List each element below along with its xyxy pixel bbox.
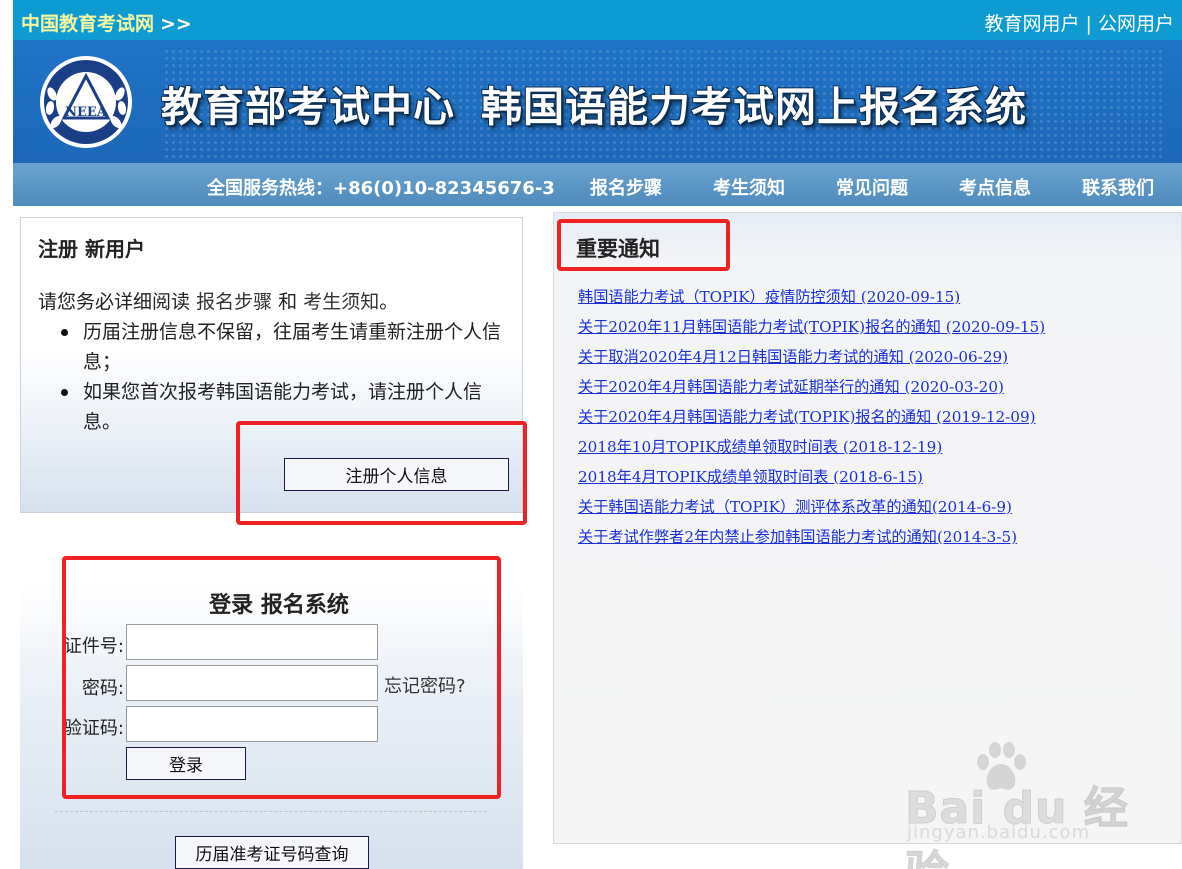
highlight-box-login bbox=[62, 556, 501, 799]
user-type-links: 教育网用户 | 公网用户 bbox=[984, 9, 1174, 36]
nav-signup-steps[interactable]: 报名步骤 bbox=[590, 174, 662, 200]
nav-candidate-notice[interactable]: 考生须知 bbox=[713, 174, 785, 200]
banner-title-system: 韩国语能力考试网上报名系统 bbox=[481, 83, 1027, 131]
intro-text: 请您务必详细阅读 bbox=[38, 291, 191, 313]
notice-link[interactable]: 2018年10月TOPIK成绩单领取时间表 (2018-12-19) bbox=[578, 438, 942, 456]
list-item: 关于2020年4月韩国语能力考试延期举行的通知 (2020-03-20) bbox=[578, 375, 1045, 405]
list-item: 2018年4月TOPIK成绩单领取时间表 (2018-6-15) bbox=[578, 465, 1045, 495]
admission-history-button[interactable]: 历届准考证号码查询 bbox=[175, 836, 369, 869]
notice-link[interactable]: 韩国语能力考试（TOPIK）疫情防控须知 (2020-09-15) bbox=[578, 288, 960, 306]
service-hotline: 全国服务热线：+86(0)10-82345676-3 bbox=[207, 178, 555, 199]
main-nav: 全国服务热线：+86(0)10-82345676-3 报名步骤 考生须知 常见问… bbox=[13, 163, 1182, 206]
list-item: 历届注册信息不保留，往届考生请重新注册个人信息； bbox=[61, 317, 511, 377]
list-item: 2018年10月TOPIK成绩单领取时间表 (2018-12-19) bbox=[578, 435, 1045, 465]
notice-link[interactable]: 关于取消2020年4月12日韩国语能力考试的通知 (2020-06-29) bbox=[578, 348, 1008, 366]
baidu-watermark: Bai du 经验 jingyan.baidu.com bbox=[905, 742, 1130, 869]
notice-list: 韩国语能力考试（TOPIK）疫情防控须知 (2020-09-15) 关于2020… bbox=[578, 285, 1045, 555]
highlight-box-notice-title bbox=[557, 219, 730, 271]
top-bar: 中国教育考试网 >> 教育网用户 | 公网用户 bbox=[13, 0, 1182, 40]
notice-link[interactable]: 关于2020年4月韩国语能力考试延期举行的通知 (2020-03-20) bbox=[578, 378, 1004, 396]
user-link-separator: | bbox=[1085, 13, 1092, 35]
edu-user-link[interactable]: 教育网用户 bbox=[984, 13, 1079, 35]
highlight-box-register bbox=[236, 421, 527, 525]
logo-text: NEEA bbox=[65, 105, 108, 120]
neea-logo-icon: NEEA bbox=[40, 56, 132, 148]
list-item: 关于2020年4月韩国语能力考试(TOPIK)报名的通知 (2019-12-09… bbox=[578, 405, 1045, 435]
nav-contact-us[interactable]: 联系我们 bbox=[1082, 174, 1154, 200]
notice-link[interactable]: 关于2020年4月韩国语能力考试(TOPIK)报名的通知 (2019-12-09… bbox=[578, 408, 1036, 426]
divider bbox=[55, 811, 487, 812]
watermark-domain: jingyan.baidu.com bbox=[907, 822, 1091, 843]
register-bullet-list: 历届注册信息不保留，往届考生请重新注册个人信息； 如果您首次报考韩国语能力考试，… bbox=[61, 317, 511, 437]
nav-test-centers[interactable]: 考点信息 bbox=[959, 174, 1031, 200]
notice-link[interactable]: 关于2020年11月韩国语能力考试(TOPIK)报名的通知 (2020-09-1… bbox=[578, 318, 1045, 336]
site-home-link[interactable]: 中国教育考试网 >> bbox=[21, 9, 192, 36]
list-item: 关于2020年11月韩国语能力考试(TOPIK)报名的通知 (2020-09-1… bbox=[578, 315, 1045, 345]
public-user-link[interactable]: 公网用户 bbox=[1098, 13, 1174, 35]
notice-link[interactable]: 关于考试作弊者2年内禁止参加韩国语能力考试的通知(2014-3-5) bbox=[578, 528, 1017, 546]
list-item: 韩国语能力考试（TOPIK）疫情防控须知 (2020-09-15) bbox=[578, 285, 1045, 315]
intro-and: 和 bbox=[278, 291, 298, 313]
header-banner: NEEA 教育部考试中心 韩国语能力考试网上报名系统 bbox=[13, 40, 1182, 163]
watermark-brand: Bai du 经验 bbox=[905, 783, 1129, 869]
notice-link[interactable]: 关于韩国语能力考试（TOPIK）测评体系改革的通知(2014-6-9) bbox=[578, 498, 1012, 516]
list-item: 关于韩国语能力考试（TOPIK）测评体系改革的通知(2014-6-9) bbox=[578, 495, 1045, 525]
register-intro: 请您务必详细阅读 报名步骤 和 考生须知。 bbox=[38, 287, 398, 314]
intro-period: 。 bbox=[379, 291, 399, 313]
link-signup-steps[interactable]: 报名步骤 bbox=[196, 291, 272, 313]
site-arrow: >> bbox=[160, 13, 192, 35]
register-title: 注册 新用户 bbox=[38, 237, 145, 261]
banner-title: 教育部考试中心 韩国语能力考试网上报名系统 bbox=[161, 73, 1027, 133]
banner-title-org: 教育部考试中心 bbox=[161, 83, 455, 131]
list-item: 关于考试作弊者2年内禁止参加韩国语能力考试的通知(2014-3-5) bbox=[578, 525, 1045, 555]
nav-faq[interactable]: 常见问题 bbox=[836, 174, 908, 200]
list-item: 关于取消2020年4月12日韩国语能力考试的通知 (2020-06-29) bbox=[578, 345, 1045, 375]
link-candidate-notice[interactable]: 考生须知 bbox=[303, 291, 379, 313]
notice-link[interactable]: 2018年4月TOPIK成绩单领取时间表 (2018-6-15) bbox=[578, 468, 923, 486]
site-name[interactable]: 中国教育考试网 bbox=[21, 13, 154, 35]
